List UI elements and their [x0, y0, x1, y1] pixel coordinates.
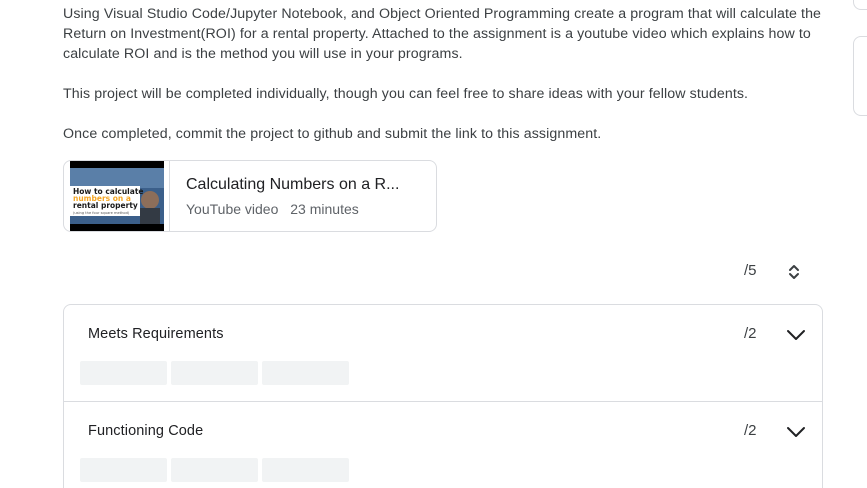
attachment-source: YouTube video: [186, 201, 279, 217]
rating-level-placeholder[interactable]: [262, 361, 349, 385]
rubric: Meets Requirements /2 Functioning Code /…: [63, 304, 823, 488]
instructions-paragraph: This project will be completed individua…: [63, 86, 749, 102]
side-panel-card: [853, 0, 867, 10]
rating-level-placeholder[interactable]: [171, 458, 258, 482]
unfold-icon: [789, 265, 799, 279]
rating-level-placeholder[interactable]: [80, 458, 167, 482]
instructions-paragraph: Once completed, commit the project to gi…: [63, 126, 602, 142]
rubric-criterion: Meets Requirements /2: [64, 305, 822, 402]
attachment-title[interactable]: Calculating Numbers on a R...: [186, 176, 426, 194]
youtube-thumbnail-icon: How to calculate numbers on a rental pro…: [70, 161, 164, 231]
rating-level-placeholder[interactable]: [171, 361, 258, 385]
assignment-instructions: Using Visual Studio Code/Jupyter Noteboo…: [63, 4, 833, 164]
criterion-points: /2: [744, 422, 757, 439]
rubric-total-points: /5: [744, 262, 757, 279]
criterion-expand-button[interactable]: [784, 420, 808, 444]
thumbnail-text: (using the four square method): [73, 211, 130, 215]
criterion-levels: [80, 361, 349, 385]
youtube-attachment-card[interactable]: How to calculate numbers on a rental pro…: [63, 160, 437, 232]
assignment-page: Using Visual Studio Code/Jupyter Noteboo…: [0, 0, 867, 488]
rating-level-placeholder[interactable]: [80, 361, 167, 385]
criterion-points: /2: [744, 325, 757, 342]
chevron-down-icon: [787, 330, 805, 340]
rating-level-placeholder[interactable]: [262, 458, 349, 482]
criterion-expand-button[interactable]: [784, 323, 808, 347]
thumbnail-text: rental property: [73, 201, 138, 210]
video-thumbnail[interactable]: How to calculate numbers on a rental pro…: [64, 161, 170, 231]
chevron-down-icon: [787, 427, 805, 437]
rubric-criterion: Functioning Code /2: [64, 402, 822, 488]
expand-collapse-all-button[interactable]: [784, 262, 804, 282]
side-panel-card: [853, 36, 867, 116]
criterion-levels: [80, 458, 349, 482]
attachment-meta: YouTube video 23 minutes: [186, 201, 359, 217]
criterion-title: Functioning Code: [88, 423, 204, 439]
instructions-paragraph: Using Visual Studio Code/Jupyter Noteboo…: [63, 6, 822, 62]
attachment-duration: 23 minutes: [290, 201, 359, 217]
criterion-title: Meets Requirements: [88, 326, 224, 342]
